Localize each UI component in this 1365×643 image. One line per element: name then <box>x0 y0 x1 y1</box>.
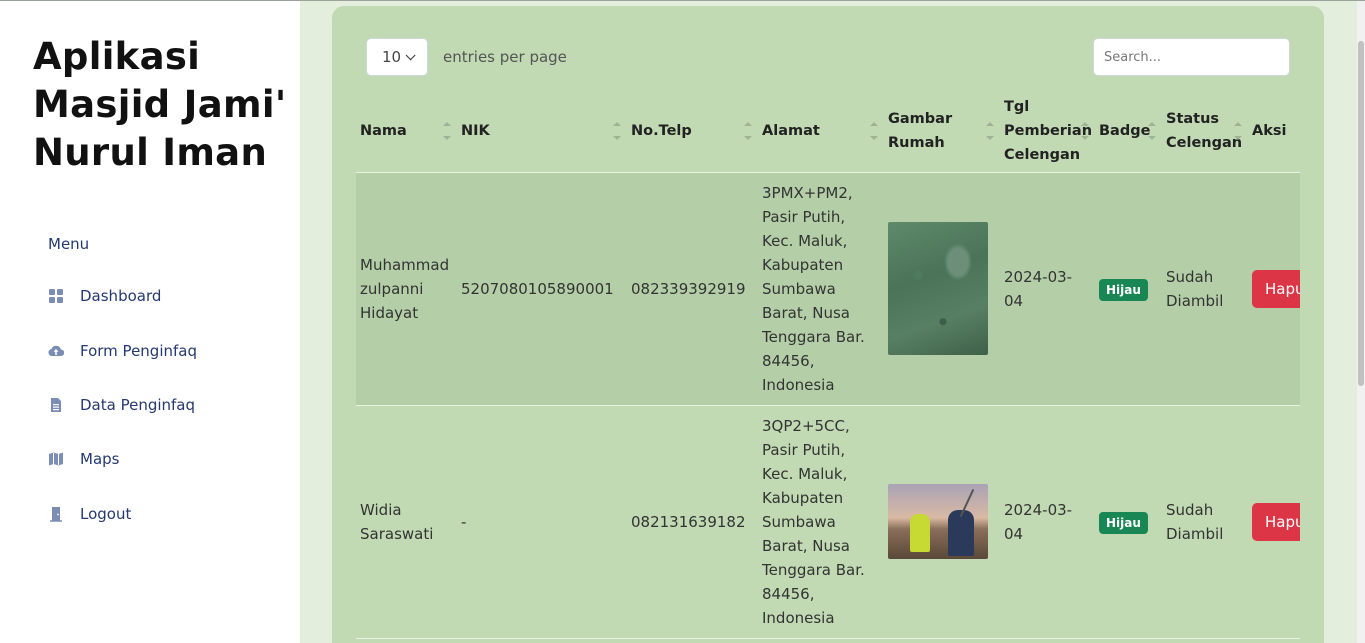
column-header-nama[interactable]: Nama <box>356 90 457 173</box>
menu-label: Menu <box>48 235 90 253</box>
sidebar-item-label: Dashboard <box>80 287 162 305</box>
sidebar-item-logout[interactable]: Logout <box>48 499 131 529</box>
penginfaq-table: Nama NIK No.Telp Alamat Gambar Rumah Tgl… <box>356 90 1300 639</box>
data-table-card: 10 entries per page Nama NIK No.Telp Ala… <box>332 6 1324 643</box>
door-icon <box>48 506 64 522</box>
sidebar-item-form-penginfaq[interactable]: Form Penginfaq <box>48 336 197 366</box>
delete-button[interactable]: Hapus <box>1252 502 1300 541</box>
sidebar-item-data-penginfaq[interactable]: Data Penginfaq <box>48 390 195 420</box>
column-header-no-telp[interactable]: No.Telp <box>627 90 758 173</box>
chevron-down-icon <box>405 49 416 60</box>
cell-tgl: 2024-03-04 <box>1000 172 1095 406</box>
cell-gambar <box>884 172 1000 406</box>
cell-aksi: Hapus <box>1248 172 1300 406</box>
cell-telp: 082339392919 <box>627 172 758 406</box>
sort-icon <box>1081 120 1089 142</box>
column-header-status-celengan[interactable]: Status Celengan <box>1162 90 1248 173</box>
cell-status: Sudah Diambil <box>1162 172 1248 406</box>
cloud-upload-icon <box>48 343 64 359</box>
sort-icon <box>1148 120 1156 142</box>
sidebar-item-dashboard[interactable]: Dashboard <box>48 281 161 311</box>
sort-icon <box>443 120 451 142</box>
cell-gambar <box>884 405 1000 639</box>
cell-status: Sudah Diambil <box>1162 405 1248 639</box>
cell-nik: 5207080105890001 <box>457 172 627 406</box>
main-content: 10 entries per page Nama NIK No.Telp Ala… <box>300 1 1356 643</box>
sort-icon <box>1234 120 1242 142</box>
file-spreadsheet-icon <box>48 397 64 413</box>
app-title: Aplikasi Masjid Jami' Nurul Iman <box>33 35 287 174</box>
map-icon <box>48 451 64 467</box>
sidebar-item-label: Data Penginfaq <box>80 396 196 414</box>
sort-icon <box>613 120 621 142</box>
sidebar: Aplikasi Masjid Jami' Nurul Iman Menu Da… <box>0 1 300 643</box>
status-badge: Hijau <box>1099 278 1148 301</box>
column-header-aksi: Aksi <box>1248 90 1300 173</box>
column-header-tgl-pemberian[interactable]: Tgl Pemberian Celengan <box>1000 90 1095 173</box>
table-row: Widia Saraswati - 082131639182 3QP2+5CC,… <box>356 405 1300 639</box>
per-page-value: 10 <box>381 48 402 66</box>
house-photo-workers[interactable] <box>888 484 988 559</box>
search-input[interactable] <box>1093 38 1290 76</box>
column-header-badge[interactable]: Badge <box>1095 90 1162 173</box>
column-header-nik[interactable]: NIK <box>457 90 627 173</box>
grid-icon <box>48 288 64 304</box>
cell-nama: Widia Saraswati <box>356 405 457 639</box>
cell-badge: Hijau <box>1095 405 1162 639</box>
page-scrollbar[interactable] <box>1357 1 1365 643</box>
sort-icon <box>986 120 994 142</box>
cell-nik: - <box>457 405 627 639</box>
delete-button[interactable]: Hapus <box>1252 269 1300 308</box>
cell-badge: Hijau <box>1095 172 1162 406</box>
table-container: Nama NIK No.Telp Alamat Gambar Rumah Tgl… <box>356 90 1300 643</box>
sidebar-item-label: Form Penginfaq <box>80 342 197 360</box>
sidebar-item-label: Logout <box>80 505 132 523</box>
table-header-row: Nama NIK No.Telp Alamat Gambar Rumah Tgl… <box>356 90 1300 173</box>
sidebar-item-maps[interactable]: Maps <box>48 444 119 474</box>
entries-per-page-select[interactable]: 10 <box>366 38 428 76</box>
cell-tgl: 2024-03-04 <box>1000 405 1095 639</box>
cell-alamat: 3PMX+PM2, Pasir Putih, Kec. Maluk, Kabup… <box>758 172 884 406</box>
photo-figure <box>910 514 930 552</box>
column-header-alamat[interactable]: Alamat <box>758 90 884 173</box>
column-header-gambar-rumah[interactable]: Gambar Rumah <box>884 90 1000 173</box>
cell-nama: Muhammad zulpanni Hidayat <box>356 172 457 406</box>
status-badge: Hijau <box>1099 511 1148 534</box>
table-row: Muhammad zulpanni Hidayat 52070801058900… <box>356 172 1300 406</box>
scrollbar-thumb[interactable] <box>1358 41 1364 386</box>
sort-icon <box>744 120 752 142</box>
sidebar-item-label: Maps <box>80 450 120 468</box>
entries-per-page-label: entries per page <box>443 48 567 66</box>
cell-aksi: Hapus <box>1248 405 1300 639</box>
cell-telp: 082131639182 <box>627 405 758 639</box>
sort-icon <box>870 120 878 142</box>
cell-alamat: 3QP2+5CC, Pasir Putih, Kec. Maluk, Kabup… <box>758 405 884 639</box>
house-photo-aerial[interactable] <box>888 222 988 355</box>
